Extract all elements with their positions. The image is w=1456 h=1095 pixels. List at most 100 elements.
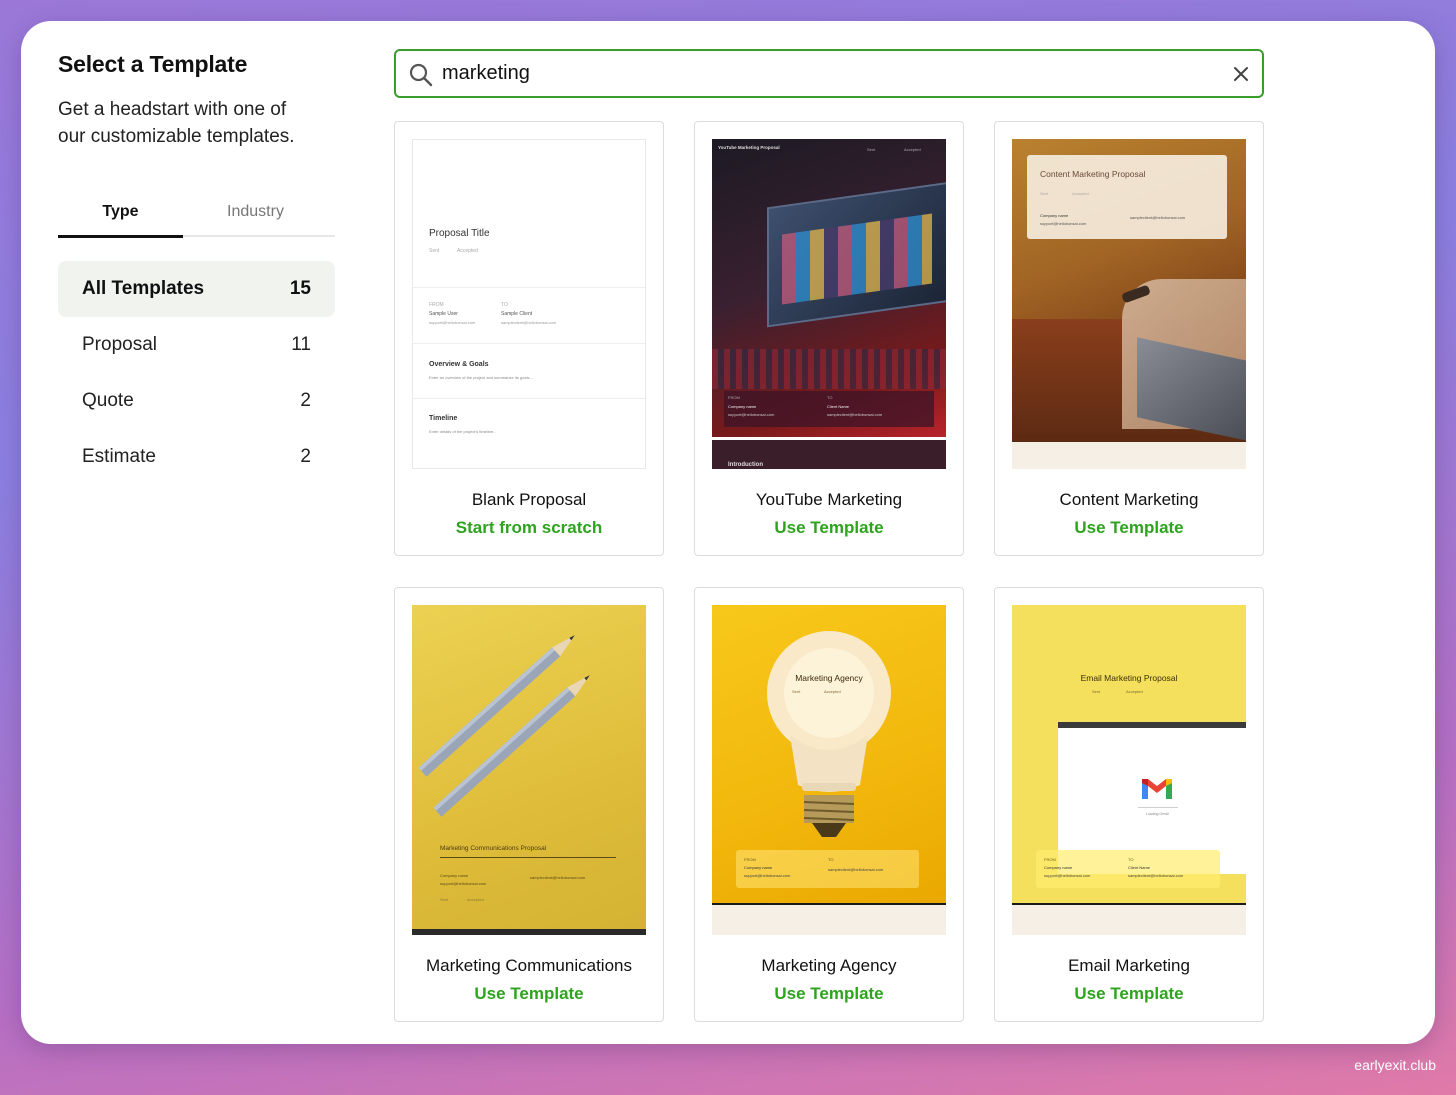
start-from-scratch-link[interactable]: Start from scratch — [395, 518, 663, 538]
preview-accepted: Accepted — [824, 689, 841, 694]
preview-to: TO — [501, 302, 508, 308]
template-card-marketing-communications[interactable]: Marketing Communications Proposal Compan… — [394, 587, 664, 1022]
template-thumbnail: Marketing Communications Proposal Compan… — [412, 605, 646, 935]
template-name: Email Marketing — [1068, 956, 1190, 975]
preview-section-overview: Overview & Goals — [429, 361, 489, 368]
subtitle-line-2: our customizable templates. — [58, 126, 295, 147]
template-thumbnail: Marketing Agency Sent Accepted FROM TO C… — [712, 605, 946, 935]
category-proposal[interactable]: Proposal 11 — [58, 317, 335, 373]
tab-type[interactable]: Type — [58, 191, 183, 238]
template-name: Marketing Communications — [426, 956, 632, 975]
category-quote[interactable]: Quote 2 — [58, 373, 335, 429]
preview-client-email: sampleclient@hellobonsai.com — [1128, 873, 1184, 878]
template-name: Marketing Agency — [761, 956, 897, 975]
preview-user-email: support@hellobonsai.com — [429, 320, 476, 325]
preview-company: Company name — [728, 404, 757, 409]
gmail-logo-icon — [1142, 779, 1172, 799]
template-card-youtube-marketing[interactable]: YouTube Marketing Proposal Sent Accepted… — [694, 121, 964, 556]
category-estimate[interactable]: Estimate 2 — [58, 429, 335, 485]
preview-company: Company name — [440, 873, 469, 878]
preview-client: Client Name — [1128, 865, 1151, 870]
template-thumbnail: Proposal Title Sent Accepted FROM TO Sam… — [412, 139, 646, 469]
category-label: Estimate — [82, 446, 156, 467]
category-count: 2 — [300, 446, 311, 467]
template-thumbnail: YouTube Marketing Proposal Sent Accepted… — [712, 139, 946, 469]
preview-client: Client Name — [827, 404, 850, 409]
preview-company: Company name — [1044, 865, 1073, 870]
preview-user-email: support@hellobonsai.com — [440, 881, 487, 886]
preview-loading-text: Loading Gmail — [1146, 812, 1169, 816]
use-template-button[interactable]: Use Template — [395, 984, 663, 1004]
template-name: Blank Proposal — [471, 490, 587, 509]
page-title: Select a Template — [58, 51, 248, 77]
category-count: 2 — [300, 390, 311, 411]
preview-accepted: Accepted — [467, 897, 484, 902]
subtitle-line-1: Get a headstart with one of — [58, 99, 287, 120]
preview-sent: Sent — [440, 897, 449, 902]
preview-sent: Sent — [867, 147, 876, 152]
filter-tabs: Type Industry — [58, 191, 335, 238]
preview-title: Proposal Title — [429, 228, 490, 239]
template-name: Content Marketing — [1059, 490, 1199, 509]
preview-client-email: sampleclient@hellobonsai.com — [530, 875, 586, 880]
preview-to: TO — [827, 395, 833, 400]
preview-user: Sample User — [429, 311, 458, 317]
preview-section: Introduction — [728, 462, 763, 468]
use-template-button[interactable]: Use Template — [695, 518, 963, 538]
preview-title: Marketing Agency — [795, 673, 863, 683]
page-subtitle: Get a headstart with one of our customiz… — [58, 96, 335, 150]
preview-title: Email Marketing Proposal — [1080, 673, 1178, 683]
close-icon[interactable] — [1230, 63, 1252, 85]
template-card-content-marketing[interactable]: Content Marketing Proposal Sent Accepted… — [994, 121, 1264, 556]
preview-from: FROM — [728, 395, 740, 400]
use-template-button[interactable]: Use Template — [995, 518, 1263, 538]
search-input[interactable] — [442, 57, 1202, 90]
preview-sent: Sent — [1092, 689, 1101, 694]
preview-user-email: support@hellobonsai.com — [744, 873, 791, 878]
template-name: YouTube Marketing — [755, 490, 903, 509]
preview-user-email: support@hellobonsai.com — [1044, 873, 1091, 878]
use-template-button[interactable]: Use Template — [695, 984, 963, 1004]
preview-sent: Sent — [1040, 191, 1049, 196]
preview-from: FROM — [1044, 857, 1056, 862]
template-card-marketing-agency[interactable]: Marketing Agency Sent Accepted FROM TO C… — [694, 587, 964, 1022]
preview-section-timeline: Timeline — [429, 415, 458, 422]
preview-user-email: support@hellobonsai.com — [728, 412, 775, 417]
category-label: Proposal — [82, 334, 157, 355]
preview-accepted: Accepted — [904, 147, 921, 152]
template-picker-panel: Select a Template Get a headstart with o… — [21, 21, 1435, 1044]
search-icon — [409, 63, 433, 87]
use-template-button[interactable]: Use Template — [995, 984, 1263, 1004]
category-count: 11 — [291, 334, 311, 355]
preview-company: Company name — [744, 865, 773, 870]
preview-accepted: Accepted — [1072, 191, 1089, 196]
template-thumbnail: Content Marketing Proposal Sent Accepted… — [1012, 139, 1246, 469]
category-label: All Templates — [82, 278, 205, 299]
category-label: Quote — [82, 390, 134, 411]
preview-client-email: sampleclient@hellobonsai.com — [501, 320, 557, 325]
preview-section-timeline-text: Enter details of the project's timeline.… — [429, 429, 497, 434]
watermark: earlyexit.club — [1354, 1057, 1436, 1073]
preview-client-email: sampleclient@hellobonsai.com — [827, 412, 883, 417]
preview-company: Company name — [1040, 213, 1069, 218]
preview-accepted: Accepted — [457, 248, 478, 254]
preview-to: TO — [828, 857, 834, 862]
template-card-blank-proposal[interactable]: Proposal Title Sent Accepted FROM TO Sam… — [394, 121, 664, 556]
preview-from: FROM — [744, 857, 756, 862]
preview-client-email: sampleclient@hellobonsai.com — [1130, 215, 1186, 220]
preview-user-email: support@hellobonsai.com — [1040, 221, 1087, 226]
preview-accepted: Accepted — [1126, 689, 1143, 694]
preview-to: TO — [1128, 857, 1134, 862]
search-bar — [394, 49, 1264, 98]
category-count: 15 — [289, 278, 311, 299]
preview-client: Sample Client — [501, 311, 533, 317]
preview-title: Marketing Communications Proposal — [440, 845, 547, 852]
sidebar: Select a Template Get a headstart with o… — [58, 51, 335, 467]
preview-sent: Sent — [429, 248, 440, 254]
preview-title: Content Marketing Proposal — [1040, 169, 1146, 179]
tab-industry[interactable]: Industry — [193, 191, 318, 237]
preview-section-overview-text: Enter an overview of the project and sum… — [429, 375, 533, 380]
preview-client-email: sampleclient@hellobonsai.com — [828, 867, 884, 872]
template-card-email-marketing[interactable]: Email Marketing Proposal Sent Accepted L… — [994, 587, 1264, 1022]
category-all-templates[interactable]: All Templates 15 — [58, 261, 335, 317]
